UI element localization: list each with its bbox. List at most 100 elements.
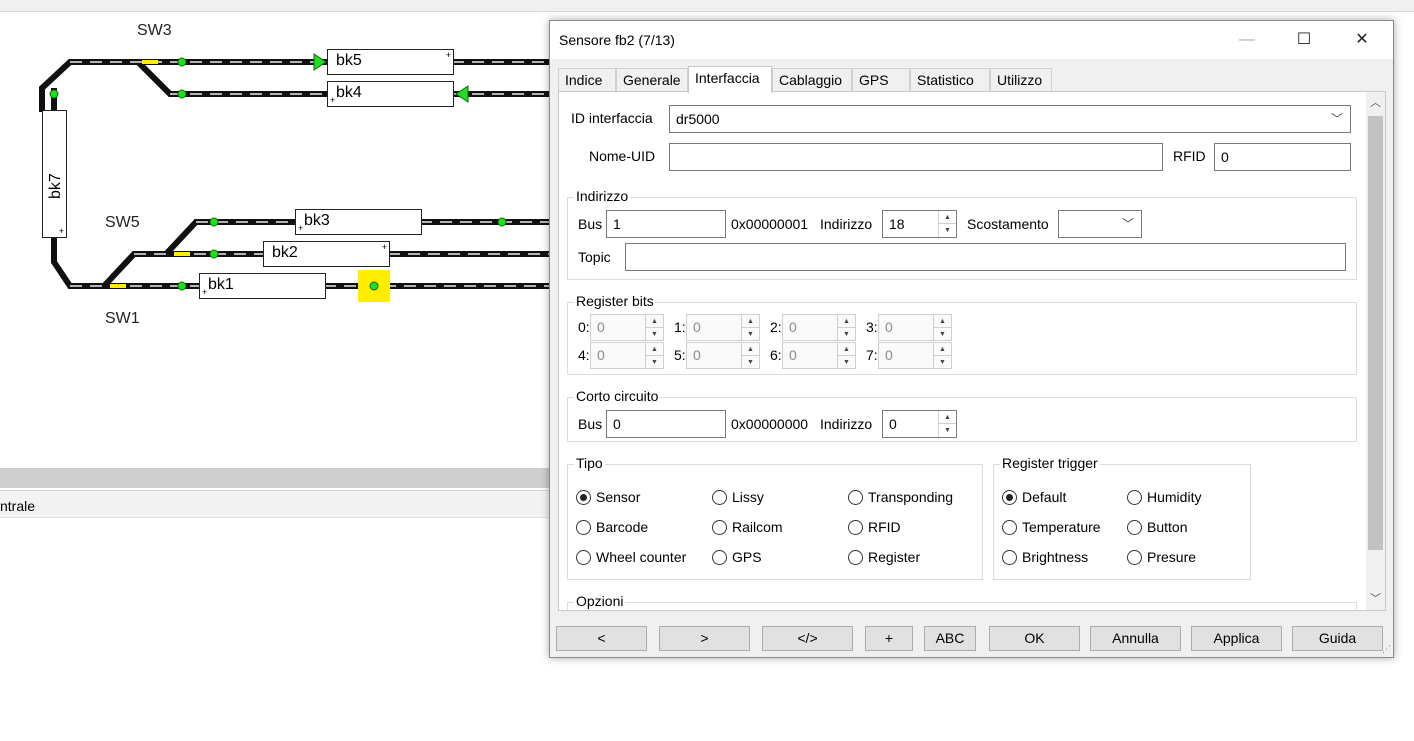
radio-icon	[576, 550, 591, 565]
topic-input[interactable]	[625, 243, 1346, 271]
radio-label: Register	[868, 549, 921, 565]
bit-label-7: 7:	[866, 347, 878, 363]
up-arrow-icon: ▲	[742, 315, 759, 328]
radio-gps[interactable]: GPS	[712, 549, 762, 565]
down-arrow-icon: ▼	[651, 359, 658, 366]
address-spinner[interactable]: 18 ▲ ▼	[882, 210, 957, 238]
help-button[interactable]: Guida	[1292, 626, 1383, 651]
bit-5-spinner: 0 ▲ ▼	[686, 342, 760, 369]
close-button[interactable]: ✕	[1339, 21, 1385, 59]
radio-label: RFID	[868, 519, 901, 535]
radio-label: Humidity	[1147, 489, 1202, 505]
sc-bus-input[interactable]: 0	[606, 410, 726, 438]
dialog-title: Sensore fb2 (7/13)	[559, 32, 675, 48]
radio-label: Transponding	[868, 489, 954, 505]
vertical-scrollbar[interactable]: ︿ ﹀	[1366, 92, 1385, 610]
prev-button[interactable]: <	[556, 626, 647, 651]
block-label: bk1	[208, 276, 234, 293]
radio-humidity[interactable]: Humidity	[1127, 489, 1201, 505]
block-bk2[interactable]: bk2 +	[263, 241, 390, 267]
minimize-button[interactable]: —	[1224, 21, 1270, 59]
tab-cablaggio[interactable]: Cablaggio	[772, 68, 852, 92]
maximize-button[interactable]: ☐	[1281, 21, 1327, 59]
uid-input[interactable]	[669, 143, 1163, 171]
block-bk1[interactable]: bk1 +	[199, 273, 326, 299]
scroll-thumb[interactable]	[1368, 116, 1383, 550]
up-arrow-icon[interactable]: ▲	[939, 211, 956, 224]
scroll-up-icon[interactable]: ︿	[1366, 94, 1385, 112]
radio-sensor[interactable]: Sensor	[576, 489, 640, 505]
radio-presure[interactable]: Presure	[1127, 549, 1196, 565]
tab-interfaccia[interactable]: Interfaccia	[688, 66, 772, 93]
tab-utilizzo[interactable]: Utilizzo	[990, 68, 1052, 92]
radio-default[interactable]: Default	[1002, 489, 1066, 505]
tab-indice[interactable]: Indice	[558, 68, 616, 92]
radio-wheel-counter[interactable]: Wheel counter	[576, 549, 686, 565]
type-group-title: Tipo	[574, 455, 605, 471]
abc-button[interactable]: ABC	[924, 626, 976, 651]
resize-grip-icon[interactable]: ⋰	[1382, 644, 1391, 655]
down-arrow-icon[interactable]: ▼	[939, 424, 956, 437]
ok-button[interactable]: OK	[989, 626, 1080, 651]
radio-brightness[interactable]: Brightness	[1002, 549, 1088, 565]
bit-label-4: 4:	[578, 347, 590, 363]
down-arrow-icon[interactable]: ▼	[939, 224, 956, 237]
switch-label-sw5: SW5	[105, 214, 140, 231]
down-arrow-icon: ▼	[747, 359, 754, 366]
panel-splitter[interactable]	[0, 468, 560, 488]
up-arrow-icon[interactable]: ▲	[939, 411, 956, 424]
block-bk7[interactable]: bk7 +	[42, 110, 67, 238]
sc-address-spinner[interactable]: 0 ▲ ▼	[882, 410, 957, 438]
block-plus-icon: +	[330, 95, 336, 105]
tab-gps[interactable]: GPS	[852, 68, 910, 92]
register-trigger-group: Register trigger Default Humidity Temper…	[993, 455, 1251, 580]
radio-icon	[1002, 520, 1017, 535]
code-button[interactable]: </>	[762, 626, 853, 651]
topic-label: Topic	[578, 249, 611, 265]
bit-value: 0	[597, 347, 605, 363]
block-bk4[interactable]: bk4 +	[327, 81, 454, 107]
up-arrow-icon: ▲	[838, 343, 855, 356]
dialog-titlebar[interactable]: Sensore fb2 (7/13) — ☐ ✕	[550, 21, 1393, 59]
rfid-input[interactable]: 0	[1214, 143, 1351, 171]
radio-railcom[interactable]: Railcom	[712, 519, 783, 535]
radio-temperature[interactable]: Temperature	[1002, 519, 1101, 535]
tab-generale[interactable]: Generale	[616, 68, 688, 92]
apply-button[interactable]: Applica	[1191, 626, 1282, 651]
add-button[interactable]: +	[865, 626, 913, 651]
block-bk3[interactable]: bk3 +	[295, 209, 422, 235]
radio-lissy[interactable]: Lissy	[712, 489, 764, 505]
sensor-dialog: Sensore fb2 (7/13) — ☐ ✕ Indice Generale…	[549, 20, 1394, 658]
block-plus-icon: +	[445, 50, 451, 60]
options-group-title: Opzioni	[574, 593, 626, 609]
block-bk5[interactable]: bk5 +	[327, 49, 454, 75]
radio-transponding[interactable]: Transponding	[848, 489, 953, 505]
cancel-button[interactable]: Annulla	[1090, 626, 1181, 651]
next-button[interactable]: >	[659, 626, 750, 651]
signal-arrow-left[interactable]	[455, 85, 469, 103]
radio-button[interactable]: Button	[1127, 519, 1187, 535]
up-arrow-icon: ▲	[838, 315, 855, 328]
chevron-down-icon: ﹀	[1121, 217, 1134, 231]
bit-label-1: 1:	[674, 319, 686, 335]
radio-label: Brightness	[1022, 549, 1089, 565]
sc-bus-label: Bus	[578, 416, 603, 432]
spinner-arrows[interactable]: ▲ ▼	[938, 411, 956, 437]
scroll-down-icon[interactable]: ﹀	[1366, 590, 1385, 608]
radio-register[interactable]: Register	[848, 549, 920, 565]
interface-id-select[interactable]: dr5000 ﹀	[669, 105, 1351, 133]
radio-barcode[interactable]: Barcode	[576, 519, 648, 535]
tab-statistico[interactable]: Statistico	[910, 68, 990, 92]
block-plus-icon: +	[298, 223, 304, 233]
radio-rfid[interactable]: RFID	[848, 519, 901, 535]
bus-input[interactable]: 1	[606, 210, 726, 238]
radio-label: Temperature	[1022, 519, 1101, 535]
down-arrow-icon: ▼	[939, 331, 946, 338]
address-label: Indirizzo	[820, 216, 873, 232]
spinner-arrows[interactable]: ▲ ▼	[938, 211, 956, 237]
signal-arrow-right[interactable]	[313, 53, 327, 71]
radio-icon	[848, 550, 863, 565]
radio-selected-icon	[1002, 490, 1017, 505]
offset-select[interactable]: ﹀	[1058, 210, 1142, 238]
radio-label: Button	[1147, 519, 1188, 535]
